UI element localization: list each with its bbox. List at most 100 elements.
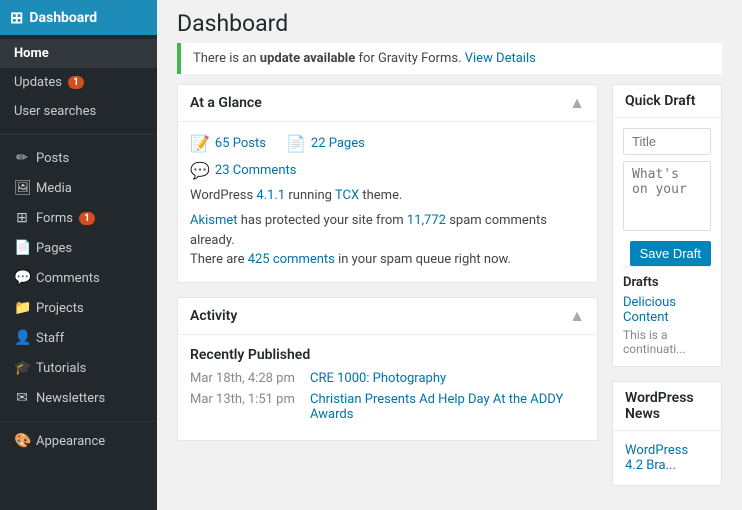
activity-link-2[interactable]: Christian Presents Ad Help Day At the AD… [310,392,585,422]
sidebar-item-staff[interactable]: 👤 Staff [0,323,157,353]
posts-label: Posts [36,151,69,166]
activity-item-2: Mar 13th, 1:51 pm Christian Presents Ad … [190,392,585,422]
glance-wp-info: WordPress 4.1.1 running TCX theme. [190,188,585,203]
wp-news-link-1[interactable]: WordPress 4.2 Bra... [625,443,688,473]
draft-excerpt-1: This is a continuati... [623,328,711,356]
glance-comments-row: 💬 23 Comments [190,161,585,180]
activity-link-1[interactable]: CRE 1000: Photography [310,371,446,386]
sidebar-item-appearance[interactable]: 🎨 Appearance [0,426,157,456]
content-area: At a Glance ▲ 📝 65 Posts 📄 22 Pages [157,84,742,510]
newsletters-label: Newsletters [36,391,105,406]
posts-stat-icon: 📝 [190,134,210,153]
activity-date-2: Mar 13th, 1:51 pm [190,392,300,422]
media-label: Media [36,181,72,196]
wp-news-title: WordPress News [625,390,709,422]
wp-news-widget: WordPress News WordPress 4.2 Bra... [612,381,722,486]
main-content: Dashboard There is an update available f… [157,0,742,510]
projects-label: Projects [36,301,84,316]
at-a-glance-collapse[interactable]: ▲ [569,93,585,113]
dashboard-icon: ⊞ [10,8,23,27]
posts-icon: ✏ [14,150,30,166]
at-a-glance-widget: At a Glance ▲ 📝 65 Posts 📄 22 Pages [177,84,598,283]
user-searches-label: User searches [14,104,96,119]
activity-header: Activity ▲ [178,298,597,335]
sidebar-header[interactable]: ⊞ Dashboard [0,0,157,35]
drafts-title: Drafts [623,275,711,290]
quick-draft-widget: Quick Draft Save Draft Drafts Delicious … [612,84,722,367]
spam-count-link[interactable]: 11,772 [407,213,446,228]
forms-label: Forms [36,211,73,226]
activity-item-1: Mar 18th, 4:28 pm CRE 1000: Photography [190,371,585,386]
wp-news-header: WordPress News [613,382,721,431]
notice-text: There is an update available for Gravity… [193,51,536,66]
sidebar-item-tutorials[interactable]: 🎓 Tutorials [0,353,157,383]
quick-draft-title: Quick Draft [625,93,695,109]
sidebar-header-label: Dashboard [29,10,97,26]
sidebar-item-home[interactable]: Home [0,39,157,68]
activity-body: Recently Published Mar 18th, 4:28 pm CRE… [178,335,597,440]
sidebar-main-section: ✏ Posts 🖼 Media ⊞ Forms 1 📄 Pages 💬 Comm… [0,139,157,417]
drafts-section: Drafts Delicious Content This is a conti… [623,266,711,356]
sidebar-item-newsletters[interactable]: ✉ Newsletters [0,383,157,413]
newsletters-icon: ✉ [14,390,30,406]
activity-title: Activity [190,308,237,324]
projects-icon: 📁 [14,300,30,316]
wp-version-link[interactable]: 4.1.1 [256,188,285,203]
sidebar-divider-1 [0,134,157,135]
glance-pages-link[interactable]: 📄 22 Pages [286,134,365,153]
glance-akismet-info: Akismet has protected your site from 11,… [190,211,585,270]
updates-badge: 1 [68,76,84,89]
sidebar-item-pages[interactable]: 📄 Pages [0,233,157,263]
updates-label: Updates [14,75,62,90]
page-header: Dashboard [157,0,742,43]
activity-collapse[interactable]: ▲ [569,306,585,326]
quick-draft-header: Quick Draft [613,85,721,118]
home-label: Home [14,46,49,61]
sidebar-item-comments[interactable]: 💬 Comments [0,263,157,293]
glance-stats-row: 📝 65 Posts 📄 22 Pages [190,134,585,153]
glance-posts-count: 65 Posts [215,136,266,151]
sidebar-item-projects[interactable]: 📁 Projects [0,293,157,323]
recently-published-label: Recently Published [190,347,585,363]
staff-label: Staff [36,331,64,346]
at-a-glance-header: At a Glance ▲ [178,85,597,122]
pages-icon: 📄 [14,240,30,256]
draft-title-input[interactable] [623,128,711,155]
sidebar-item-updates[interactable]: Updates 1 [0,68,157,97]
spam-queue-link[interactable]: 425 comments [248,252,335,267]
draft-content-input[interactable] [623,161,711,231]
forms-icon: ⊞ [14,210,30,226]
glance-comments-count: 23 Comments [215,163,297,178]
sidebar-item-media[interactable]: 🖼 Media [0,173,157,203]
sidebar: ⊞ Dashboard Home Updates 1 User searches… [0,0,157,510]
save-draft-button[interactable]: Save Draft [630,241,711,266]
theme-link[interactable]: TCX [335,188,359,203]
pages-label: Pages [36,241,72,256]
appearance-label: Appearance [36,434,105,449]
left-column: At a Glance ▲ 📝 65 Posts 📄 22 Pages [177,84,598,510]
quick-draft-body: Save Draft Drafts Delicious Content This… [613,118,721,366]
notice-bold: update available [260,51,355,66]
glance-posts-link[interactable]: 📝 65 Posts [190,134,266,153]
pages-stat-icon: 📄 [286,134,306,153]
sidebar-divider-2 [0,421,157,422]
sidebar-home-section: Home Updates 1 User searches [0,35,157,130]
comments-icon: 💬 [14,270,30,286]
tutorials-label: Tutorials [36,361,86,376]
sidebar-item-user-searches[interactable]: User searches [0,97,157,126]
appearance-icon: 🎨 [14,433,30,449]
staff-icon: 👤 [14,330,30,346]
notice-link[interactable]: View Details [465,51,536,66]
forms-badge: 1 [79,212,95,225]
activity-widget: Activity ▲ Recently Published Mar 18th, … [177,297,598,441]
notice-bar: There is an update available for Gravity… [177,43,722,74]
wp-news-body: WordPress 4.2 Bra... [613,431,721,485]
at-a-glance-title: At a Glance [190,95,262,111]
sidebar-item-forms[interactable]: ⊞ Forms 1 [0,203,157,233]
glance-comments-link[interactable]: 💬 23 Comments [190,161,585,180]
media-icon: 🖼 [14,180,30,196]
akismet-link[interactable]: Akismet [190,213,238,228]
page-title: Dashboard [177,10,722,37]
draft-item-link-1[interactable]: Delicious Content [623,295,711,325]
sidebar-item-posts[interactable]: ✏ Posts [0,143,157,173]
